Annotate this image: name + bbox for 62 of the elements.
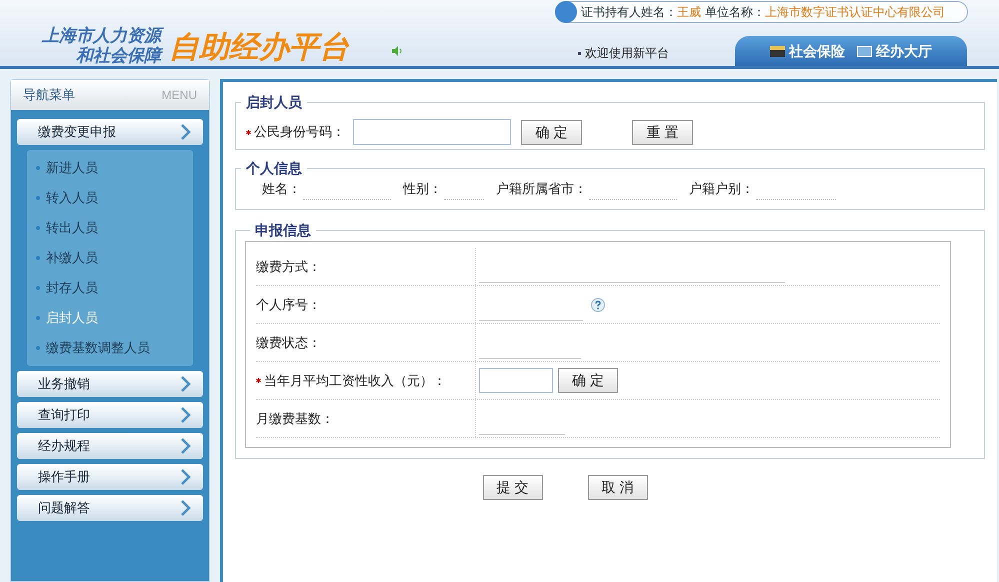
action-button[interactable]: 提 交: [482, 475, 542, 500]
bullet-icon: [36, 256, 40, 260]
nav-link[interactable]: 经办大厅: [876, 40, 932, 62]
action-button[interactable]: 重 置: [632, 120, 693, 144]
menu-group-button[interactable]: 查询打印: [17, 402, 203, 428]
unit-label: 单位名称：: [705, 4, 765, 21]
bullet-icon: [36, 166, 40, 170]
bullet-icon: [36, 286, 40, 290]
user-avatar-icon: [555, 1, 577, 23]
field-label: 当年月平均工资性收入（元）：: [264, 372, 446, 390]
section-title: 启封人员: [245, 93, 303, 112]
field-label: 个人序号：: [256, 296, 321, 314]
chevron-icon: [181, 438, 191, 454]
menu-group-button[interactable]: 操作手册: [17, 464, 203, 490]
submenu-item[interactable]: 补缴人员: [46, 248, 98, 268]
action-button[interactable]: 确 定: [558, 368, 618, 393]
submenu-item[interactable]: 转出人员: [46, 218, 98, 238]
welcome-text: 欢迎使用新平台: [585, 45, 669, 62]
help-icon[interactable]: [591, 298, 605, 312]
field-label: 户籍户别：: [689, 180, 754, 198]
field-label: 姓名：: [262, 180, 301, 198]
chevron-icon: [181, 124, 191, 140]
field-label: 缴费方式：: [256, 258, 321, 276]
field-label: 户籍所属省市：: [496, 180, 587, 198]
bullet-icon: [36, 196, 40, 200]
action-button[interactable]: 确 定: [521, 120, 582, 144]
income-input[interactable]: [479, 368, 553, 393]
field-label: 月缴费基数：: [256, 410, 334, 428]
id-number-input[interactable]: [353, 119, 511, 145]
bullet-icon: [36, 226, 40, 230]
field-label: 公民身份号码：: [254, 123, 345, 142]
user-name: 王威: [677, 4, 701, 21]
logo-text: 和社会保障: [76, 46, 161, 66]
bullet-icon: [578, 52, 581, 54]
menu-group-button[interactable]: 经办规程: [17, 433, 203, 459]
chevron-icon: [181, 407, 191, 423]
menu-group-button[interactable]: 业务撤销: [17, 371, 203, 397]
speaker-icon[interactable]: [391, 45, 403, 57]
card-icon: [770, 46, 785, 56]
sidebar-title: 导航菜单: [23, 86, 75, 104]
menu-group-button[interactable]: 缴费变更申报: [17, 119, 203, 145]
field-label: 缴费状态：: [256, 334, 321, 352]
chevron-icon: [181, 376, 191, 392]
menu-group-button[interactable]: 问题解答: [17, 495, 203, 521]
section-title: 申报信息: [254, 221, 312, 240]
section-title: 个人信息: [244, 159, 303, 178]
chevron-icon: [181, 500, 191, 516]
nav-link[interactable]: 社会保险: [789, 40, 845, 62]
bullet-icon: [36, 316, 40, 320]
chevron-icon: [181, 469, 191, 485]
unit-name: 上海市数字证书认证中心有限公司: [765, 4, 945, 21]
sidebar-title-en: MENU: [162, 87, 197, 104]
logo-title: 自助经办平台: [169, 30, 349, 66]
submenu-item[interactable]: 缴费基数调整人员: [46, 338, 150, 358]
bullet-icon: [36, 346, 40, 350]
action-button[interactable]: 取 消: [588, 475, 648, 500]
submenu-item[interactable]: 新进人员: [46, 158, 98, 178]
submenu-item[interactable]: 封存人员: [46, 278, 98, 298]
field-label: 性别：: [403, 180, 442, 198]
submenu-item[interactable]: 转入人员: [46, 188, 98, 208]
value-line: [444, 199, 484, 200]
user-label: 证书持有人姓名：: [581, 4, 677, 21]
